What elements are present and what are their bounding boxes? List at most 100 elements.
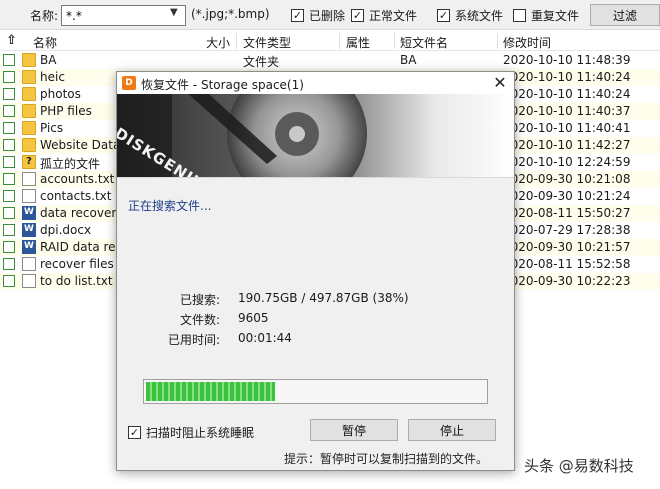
- file-modified-time: 2020-08-11 15:50:27: [503, 206, 631, 220]
- chevron-down-icon[interactable]: ▼: [170, 7, 178, 18]
- column-short-name[interactable]: 短文件名: [400, 34, 448, 51]
- row-checkbox[interactable]: [3, 54, 15, 66]
- folder-icon: [22, 53, 36, 67]
- deleted-files-checkbox[interactable]: ✓ 已删除: [291, 7, 345, 24]
- file-name: Pics: [40, 121, 64, 135]
- file-modified-time: 2020-07-29 17:28:38: [503, 223, 631, 237]
- file-modified-time: 2020-09-30 10:21:57: [503, 240, 631, 254]
- searched-value: 190.75GB / 497.87GB (38%): [238, 291, 409, 305]
- file-modified-time: 2020-10-10 12:24:59: [503, 155, 631, 169]
- watermark: 头条 @易数科技: [524, 457, 634, 475]
- prevent-sleep-checkbox[interactable]: ✓ 扫描时阻止系统睡眠: [128, 424, 254, 441]
- orphan-folder-icon: ?: [22, 155, 36, 169]
- dialog-title-bar[interactable]: D 恢复文件 - Storage space(1) ✕: [117, 72, 514, 94]
- file-modified-time: 2020-10-10 11:42:27: [503, 138, 631, 152]
- duplicate-files-label: 重复文件: [531, 9, 580, 23]
- file-name: accounts.txt: [40, 172, 115, 186]
- elapsed-time-value: 00:01:44: [238, 331, 292, 345]
- file-name: RAID data re: [40, 240, 116, 254]
- pause-button[interactable]: 暂停: [310, 419, 398, 441]
- file-name: dpi.docx: [40, 223, 92, 237]
- normal-files-checkbox[interactable]: ✓ 正常文件: [351, 7, 417, 24]
- prevent-sleep-label: 扫描时阻止系统睡眠: [146, 426, 255, 440]
- word-doc-icon: W: [22, 240, 36, 254]
- diskgenius-banner: DISKGENIUS: [117, 94, 514, 178]
- row-checkbox[interactable]: [3, 139, 15, 151]
- file-name: data recovery: [40, 206, 124, 220]
- text-file-icon: [22, 274, 36, 288]
- column-size[interactable]: 大小: [206, 34, 230, 51]
- file-modified-time: 2020-10-10 11:40:37: [503, 104, 631, 118]
- row-checkbox[interactable]: [3, 207, 15, 219]
- row-checkbox[interactable]: [3, 241, 15, 253]
- duplicate-files-checkbox[interactable]: 重复文件: [513, 7, 579, 24]
- row-checkbox[interactable]: [3, 88, 15, 100]
- row-checkbox[interactable]: [3, 275, 15, 287]
- pause-hint: 提示：暂停时可以复制扫描到的文件。: [284, 452, 489, 466]
- text-file-icon: [22, 172, 36, 186]
- file-name: Website Data: [40, 138, 121, 152]
- row-checkbox[interactable]: [3, 258, 15, 270]
- checkmark-icon: ✓: [128, 426, 141, 439]
- file-modified-time: 2020-10-10 11:40:24: [503, 87, 631, 101]
- file-name: BA: [40, 53, 57, 67]
- file-modified-time: 2020-09-30 10:21:08: [503, 172, 631, 186]
- scan-progress-bar: [143, 379, 488, 404]
- word-doc-icon: W: [22, 206, 36, 220]
- row-checkbox[interactable]: [3, 122, 15, 134]
- file-name: PHP files: [40, 104, 92, 118]
- stop-button[interactable]: 停止: [408, 419, 496, 441]
- checkmark-icon: ✓: [351, 9, 364, 22]
- column-header: ⇧ 名称 大小 文件类型 属性 短文件名 修改时间: [0, 31, 660, 51]
- filter-button[interactable]: 过滤: [590, 4, 660, 26]
- file-name: heic: [40, 70, 65, 84]
- file-name: photos: [40, 87, 81, 101]
- scan-progress-fill: [146, 382, 275, 401]
- table-row[interactable]: BA 文件夹 BA 2020-10-10 11:48:39: [0, 52, 660, 69]
- column-type[interactable]: 文件类型: [243, 34, 291, 51]
- extension-hint: (*.jpg;*.bmp): [191, 7, 270, 21]
- column-name[interactable]: 名称: [33, 34, 57, 51]
- file-modified-time: 2020-09-30 10:21:24: [503, 189, 631, 203]
- file-count-value: 9605: [238, 311, 269, 325]
- checkmark-icon: ✓: [437, 9, 450, 22]
- folder-icon: [22, 70, 36, 84]
- file-modified-time: 2020-10-10 11:40:24: [503, 70, 631, 84]
- searched-label: 已搜索:: [179, 293, 220, 307]
- folder-icon: [22, 87, 36, 101]
- row-checkbox[interactable]: [3, 173, 15, 185]
- file-name: 孤立的文件: [40, 157, 101, 171]
- row-checkbox[interactable]: [3, 105, 15, 117]
- folder-icon: [22, 104, 36, 118]
- text-file-icon: [22, 257, 36, 271]
- search-status: 正在搜索文件...: [128, 199, 212, 213]
- elapsed-time-label: 已用时间:: [167, 333, 220, 347]
- file-modified-time: 2020-09-30 10:22:23: [503, 274, 631, 288]
- file-modified-time: 2020-10-10 11:48:39: [503, 53, 631, 67]
- system-files-checkbox[interactable]: ✓ 系统文件: [437, 7, 503, 24]
- row-checkbox[interactable]: [3, 71, 15, 83]
- close-button[interactable]: ✕: [490, 73, 510, 93]
- row-checkbox[interactable]: [3, 156, 15, 168]
- file-name: recover files: [40, 257, 114, 271]
- name-filter-input[interactable]: [61, 5, 186, 26]
- recover-files-dialog: D 恢复文件 - Storage space(1) ✕ 正在搜索文件... 已搜…: [116, 71, 515, 471]
- diskgenius-app-icon: D: [122, 76, 136, 90]
- dialog-title: 恢复文件 - Storage space(1): [141, 78, 304, 92]
- file-name: contacts.txt: [40, 189, 112, 203]
- column-modified-time[interactable]: 修改时间: [503, 34, 551, 51]
- file-count-label: 文件数:: [179, 313, 220, 327]
- up-arrow-icon[interactable]: ⇧: [6, 33, 17, 48]
- name-filter-label: 名称:: [30, 9, 59, 23]
- text-file-icon: [22, 189, 36, 203]
- row-checkbox[interactable]: [3, 190, 15, 202]
- folder-icon: [22, 138, 36, 152]
- filter-bar: 名称: ▼ (*.jpg;*.bmp) ✓ 已删除 ✓ 正常文件 ✓ 系统文件 …: [0, 0, 660, 30]
- system-files-label: 系统文件: [455, 9, 504, 23]
- file-modified-time: 2020-10-10 11:40:41: [503, 121, 631, 135]
- row-checkbox[interactable]: [3, 224, 15, 236]
- checkmark-icon: ✓: [291, 9, 304, 22]
- deleted-files-label: 已删除: [309, 9, 346, 23]
- column-attributes[interactable]: 属性: [346, 34, 370, 51]
- file-short-name: BA: [400, 53, 417, 67]
